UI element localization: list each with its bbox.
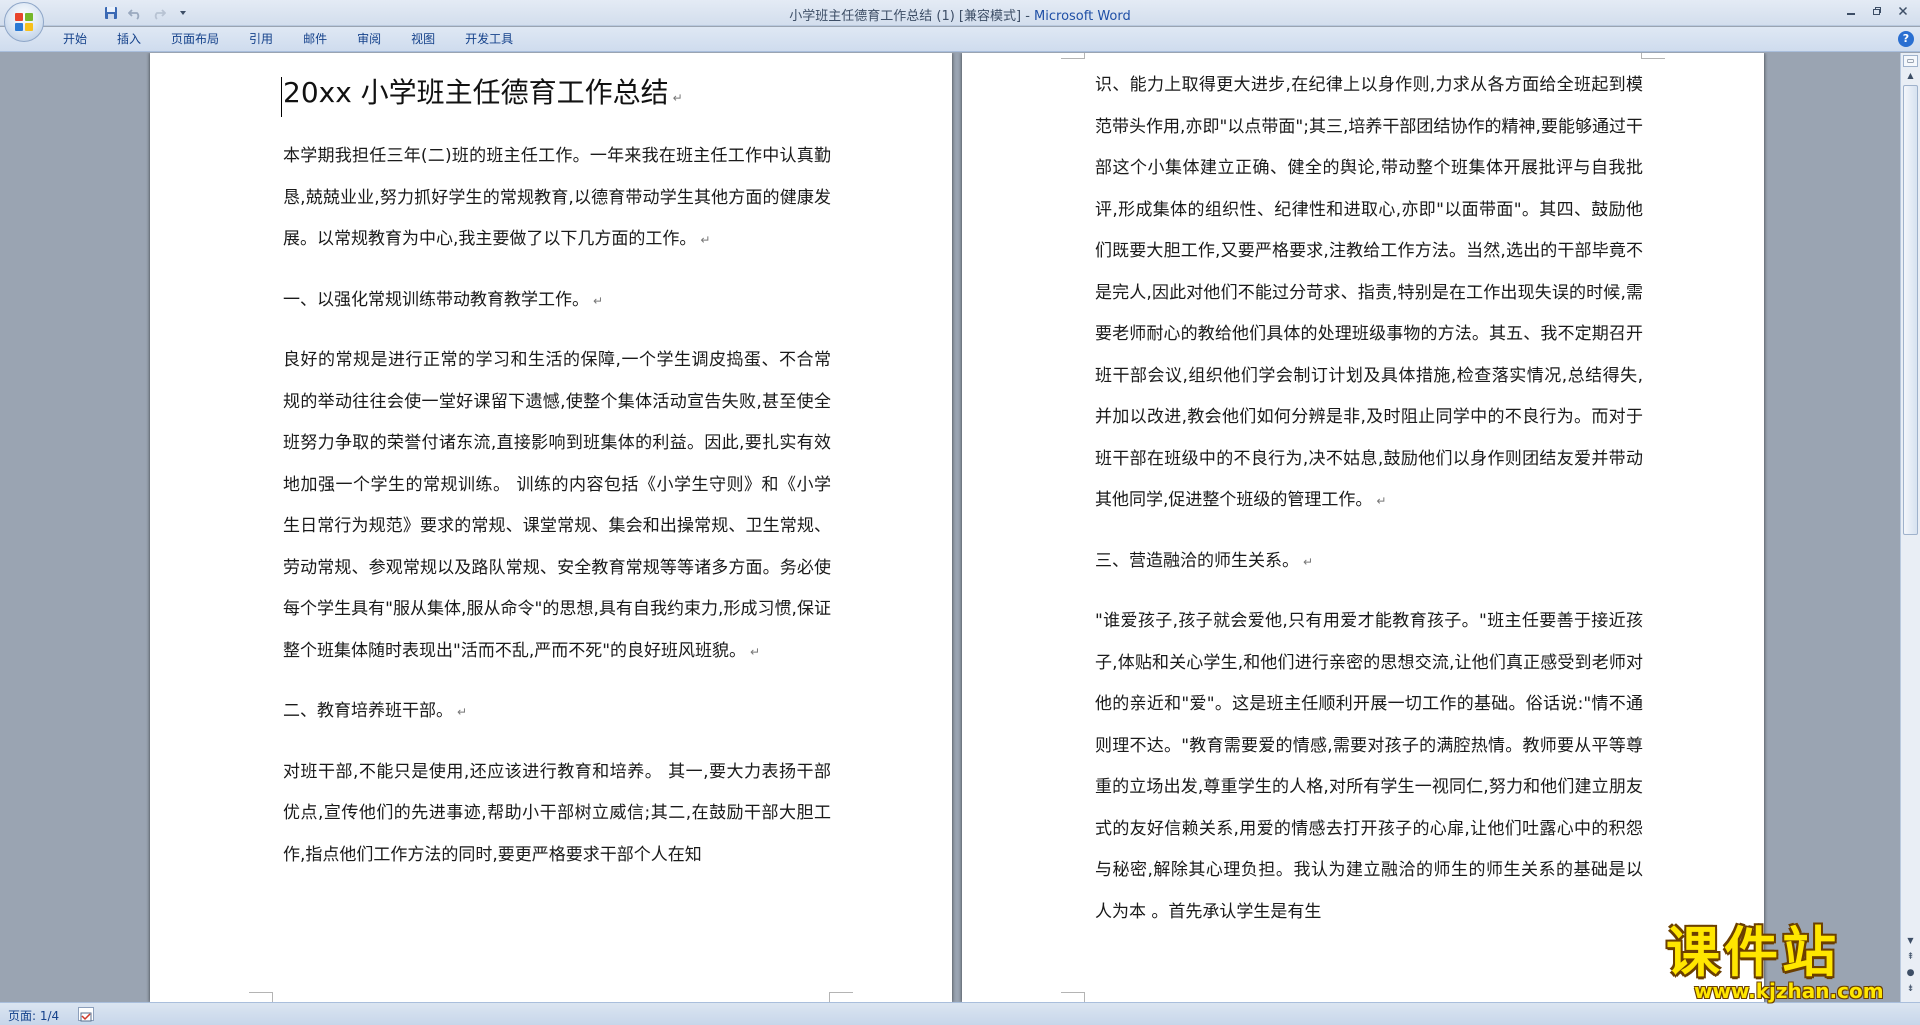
- double-up-icon: ⇞: [1906, 952, 1915, 962]
- app-name: Microsoft Word: [1034, 9, 1131, 24]
- paragraph[interactable]: 良好的常规是进行正常的学习和生活的保障,一个学生调皮捣蛋、不合常规的举动往往会使…: [283, 340, 831, 673]
- tab-insert[interactable]: 插入: [102, 30, 156, 49]
- tab-home[interactable]: 开始: [48, 30, 102, 49]
- paragraph[interactable]: 本学期我担任三年(二)班的班主任工作。一年来我在班主任工作中认真勤恳,兢兢业业,…: [283, 136, 831, 262]
- document-page-1: 20xx 小学班主任德育工作总结 ↵ 本学期我担任三年(二)班的班主任工作。一年来…: [150, 53, 952, 1002]
- scroll-up-button[interactable]: ▲: [1903, 69, 1918, 83]
- crop-mark: [249, 992, 273, 1002]
- section-heading-2[interactable]: 二、教育培养班干部。 ↵: [283, 691, 831, 734]
- status-bar: 页面: 1/4: [0, 1002, 1920, 1025]
- book-icon: [80, 1012, 92, 1022]
- paragraph-mark: ↵: [593, 293, 604, 308]
- paragraph-text: 一、以强化常规训练带动教育教学工作。: [283, 289, 589, 310]
- paragraph-text: 对班干部,不能只是使用,还应该进行教育和培养。 其一,要大力表扬干部优点,宣传他…: [283, 761, 831, 865]
- crop-mark: [1061, 53, 1085, 59]
- help-button[interactable]: ?: [1898, 31, 1914, 47]
- paragraph-text: 三、营造融洽的师生关系。: [1095, 550, 1299, 571]
- paragraph-text: 良好的常规是进行正常的学习和生活的保障,一个学生调皮捣蛋、不合常规的举动往往会使…: [283, 350, 831, 661]
- close-icon: [1898, 6, 1908, 16]
- document-name: 小学班主任德育工作总结 (1) [兼容模式]: [789, 9, 1022, 24]
- tab-developer[interactable]: 开发工具: [450, 30, 528, 49]
- ribbon-tab-strip: 开始 插入 页面布局 引用 邮件 审阅 视图 开发工具 ?: [0, 27, 1920, 52]
- paragraph-text: 二、教育培养班干部。: [283, 701, 453, 721]
- minimize-button[interactable]: [1838, 2, 1864, 20]
- title-bar: 小学班主任德育工作总结 (1) [兼容模式] - Microsoft Word: [0, 0, 1920, 26]
- tab-page-layout[interactable]: 页面布局: [156, 30, 234, 49]
- paragraph-text: 识、能力上取得更大进步,在纪律上以身作则,力求从各方面给全班起到模范带头作用,亦…: [1095, 75, 1643, 510]
- help-icon: ?: [1902, 32, 1910, 45]
- page-number-status[interactable]: 页面: 1/4: [8, 1007, 59, 1024]
- ruler-icon: ▭: [1906, 56, 1915, 65]
- document-title-text: 20xx 小学班主任德育工作总结: [283, 76, 669, 109]
- minimize-icon: [1847, 13, 1855, 15]
- paragraph-mark: ↵: [700, 233, 711, 247]
- tab-view[interactable]: 视图: [396, 30, 450, 49]
- arrow-down-icon: ▼: [1907, 936, 1914, 945]
- paragraph[interactable]: "谁爱孩子,孩子就会爱他,只有用爱才能教育孩子。"班主任要善于接近孩子,体贴和关…: [1095, 601, 1643, 933]
- document-title[interactable]: 20xx 小学班主任德育工作总结 ↵: [281, 73, 831, 118]
- ribbon-tab-list: 开始 插入 页面布局 引用 邮件 审阅 视图 开发工具: [48, 30, 528, 49]
- section-heading-3[interactable]: 三、营造融洽的师生关系。 ↵: [1095, 541, 1643, 584]
- restore-icon: [1873, 7, 1881, 15]
- paragraph-text: "谁爱孩子,孩子就会爱他,只有用爱才能教育孩子。"班主任要善于接近孩子,体贴和关…: [1095, 611, 1643, 922]
- paragraph-text: 本学期我担任三年(二)班的班主任工作。一年来我在班主任工作中认真勤恳,兢兢业业,…: [283, 146, 831, 249]
- document-page-2: 识、能力上取得更大进步,在纪律上以身作则,力求从各方面给全班起到模范带头作用,亦…: [962, 53, 1764, 1002]
- proofing-icon[interactable]: [78, 1007, 94, 1022]
- watermark-url: www.kjzhan.com: [1694, 979, 1884, 1003]
- watermark-logo-text: 课件站: [1666, 921, 1840, 984]
- paragraph[interactable]: 识、能力上取得更大进步,在纪律上以身作则,力求从各方面给全班起到模范带头作用,亦…: [1095, 65, 1643, 523]
- crop-mark: [829, 992, 853, 1002]
- crop-mark: [1641, 53, 1665, 59]
- double-down-icon: ⇟: [1906, 984, 1915, 994]
- page-1-content[interactable]: 20xx 小学班主任德育工作总结 ↵ 本学期我担任三年(二)班的班主任工作。一年来…: [281, 73, 831, 877]
- window-title: 小学班主任德育工作总结 (1) [兼容模式] - Microsoft Word: [0, 5, 1920, 24]
- paragraph[interactable]: 对班干部,不能只是使用,还应该进行教育和培养。 其一,要大力表扬干部优点,宣传他…: [283, 752, 831, 877]
- paragraph-mark: ↵: [672, 91, 683, 105]
- tab-references[interactable]: 引用: [234, 30, 288, 49]
- scroll-thumb[interactable]: [1903, 85, 1918, 535]
- office-button[interactable]: [4, 2, 44, 42]
- paragraph-mark: ↵: [1376, 494, 1387, 508]
- section-heading-1[interactable]: 一、以强化常规训练带动教育教学工作。 ↵: [283, 280, 831, 323]
- paragraph-mark: ↵: [1303, 554, 1314, 569]
- close-button[interactable]: [1890, 2, 1916, 20]
- text-cursor: [281, 77, 282, 117]
- arrow-up-icon: ▲: [1907, 71, 1914, 80]
- document-area: 20xx 小学班主任德育工作总结 ↵ 本学期我担任三年(二)班的班主任工作。一年来…: [0, 53, 1900, 1002]
- tab-review[interactable]: 审阅: [342, 30, 396, 49]
- vertical-scrollbar[interactable]: ▭ ▲ ▼ ⇞ ● ⇟: [1900, 53, 1920, 1002]
- restore-button[interactable]: [1864, 2, 1890, 20]
- crop-mark: [1061, 992, 1085, 1002]
- tab-mailings[interactable]: 邮件: [288, 30, 342, 49]
- title-separator: -: [1021, 9, 1035, 24]
- paragraph-mark: ↵: [750, 644, 761, 659]
- office-logo-icon: [15, 13, 33, 31]
- paragraph-mark: ↵: [457, 705, 468, 719]
- circle-icon: ●: [1906, 968, 1915, 978]
- view-ruler-button[interactable]: ▭: [1903, 55, 1918, 67]
- site-watermark: 课件站 www.kjzhan.com: [1666, 925, 1906, 1003]
- window-controls: [1838, 2, 1916, 20]
- page-2-content[interactable]: 识、能力上取得更大进步,在纪律上以身作则,力求从各方面给全班起到模范带头作用,亦…: [1095, 65, 1643, 933]
